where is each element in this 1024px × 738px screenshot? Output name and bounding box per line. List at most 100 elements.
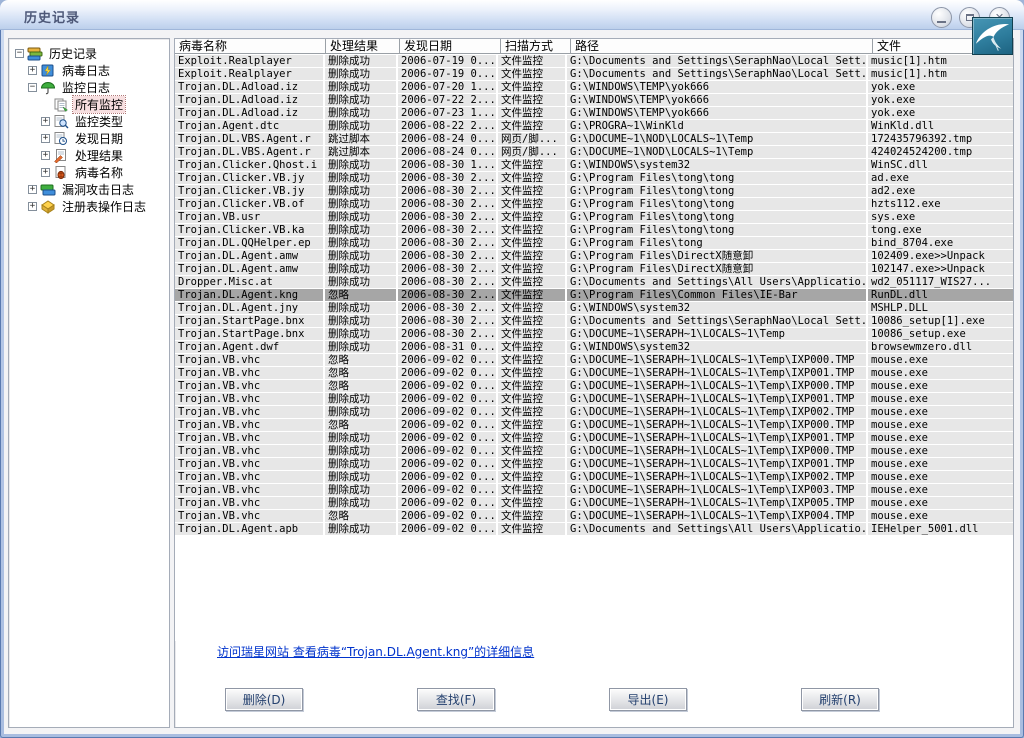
table-row[interactable]: Trojan.Agent.dtc 删除成功 2006-08-22 2... 文件监控 G…: [175, 120, 1013, 132]
tree-item-handle-result[interactable]: + 处理结果: [11, 147, 167, 164]
cell-scan-mode: 文件监控: [498, 250, 565, 262]
table-row[interactable]: Trojan.Clicker.VB.jy 删除成功 2006-08-30 2... 文…: [175, 185, 1013, 197]
cell-file: MSHLP.DLL: [868, 302, 1013, 314]
table-row[interactable]: Trojan.VB.vhc 删除成功 2006-09-02 0... 文件监控 G:\D…: [175, 458, 1013, 470]
column-header-result[interactable]: 处理结果: [326, 39, 400, 53]
collapse-expander-icon[interactable]: −: [28, 83, 37, 92]
expand-expander-icon[interactable]: +: [41, 168, 50, 177]
minimize-button[interactable]: [931, 7, 952, 28]
cell-scan-mode: 文件监控: [498, 510, 565, 522]
table-row[interactable]: Dropper.Misc.at 删除成功 2006-08-30 2... 文件监控 G:…: [175, 276, 1013, 288]
export-button[interactable]: 导出(E): [609, 688, 687, 711]
cell-file: mouse.exe: [868, 419, 1013, 431]
column-header-virus-name[interactable]: 病毒名称: [175, 39, 326, 53]
cell-result: 删除成功: [325, 107, 396, 119]
tree-item-monitor-log[interactable]: − 监控日志: [11, 79, 167, 96]
cell-file: music[1].htm: [868, 55, 1013, 67]
table-row[interactable]: Trojan.VB.vhc 删除成功 2006-09-02 0... 文件监控 G:\D…: [175, 406, 1013, 418]
table-row[interactable]: Trojan.DL.Agent.amw 删除成功 2006-08-30 2... 文件…: [175, 263, 1013, 275]
sidebar-tree[interactable]: − 历史记录 + 病毒日志 − 监控日志 所有监控 + 监控类型 + 发现日期 + 处理结果 + 病毒名称 +…: [8, 38, 170, 728]
table-row[interactable]: Trojan.DL.Adload.iz 删除成功 2006-07-22 2... 文件…: [175, 94, 1013, 106]
column-header-found-date[interactable]: 发现日期: [400, 39, 501, 53]
table-row[interactable]: Trojan.Clicker.VB.ka 删除成功 2006-08-30 2... 文…: [175, 224, 1013, 236]
table-row[interactable]: Trojan.DL.Agent.jny 删除成功 2006-08-30 2... 文件…: [175, 302, 1013, 314]
cell-scan-mode: 文件监控: [498, 497, 565, 509]
table-row[interactable]: Trojan.Agent.dwf 删除成功 2006-08-31 0... 文件监控 G…: [175, 341, 1013, 353]
tree-item-all-monitors[interactable]: 所有监控: [11, 95, 167, 114]
table-row[interactable]: Trojan.VB.vhc 忽略 2006-09-02 0... 文件监控 G:\DOC…: [175, 367, 1013, 379]
cell-result: 删除成功: [325, 471, 396, 483]
list-empty-area: [175, 536, 1013, 641]
cell-path: G:\DOCUME~1\SERAPH~1\LOCALS~1\Temp\IXP00…: [567, 497, 866, 509]
table-row[interactable]: Trojan.VB.vhc 忽略 2006-09-02 0... 文件监控 G:\DOC…: [175, 354, 1013, 366]
cell-found-date: 2006-08-30 2...: [398, 211, 496, 223]
table-row[interactable]: Trojan.VB.vhc 删除成功 2006-09-02 0... 文件监控 G:\D…: [175, 484, 1013, 496]
tree-item-vuln-log[interactable]: + 漏洞攻击日志: [11, 181, 167, 198]
collapse-expander-icon[interactable]: −: [15, 49, 24, 58]
table-row[interactable]: Trojan.VB.vhc 忽略 2006-09-02 0... 文件监控 G:\DOC…: [175, 510, 1013, 522]
table-row[interactable]: Trojan.DL.QQHelper.ep 删除成功 2006-08-30 2...…: [175, 237, 1013, 249]
cell-file: RunDL.dll: [868, 289, 1013, 301]
cell-found-date: 2006-09-02 0...: [398, 510, 496, 522]
expand-expander-icon[interactable]: +: [28, 66, 37, 75]
expand-expander-icon[interactable]: +: [28, 202, 37, 211]
find-button[interactable]: 查找(F): [417, 688, 495, 711]
tree-item-label: 漏洞攻击日志: [62, 183, 135, 197]
expand-expander-icon[interactable]: +: [41, 151, 50, 160]
cell-scan-mode: 文件监控: [498, 328, 565, 340]
table-row[interactable]: Trojan.VB.vhc 删除成功 2006-09-02 0... 文件监控 G:\D…: [175, 471, 1013, 483]
table-row[interactable]: Trojan.DL.VBS.Agent.r 跳过脚本 2006-08-24 0...…: [175, 133, 1013, 145]
table-row[interactable]: Trojan.StartPage.bnx 删除成功 2006-08-30 2... 文…: [175, 315, 1013, 327]
cell-file: mouse.exe: [868, 406, 1013, 418]
cell-file: wd2_051117_WIS27...: [868, 276, 1013, 288]
monitor-umbrella-icon: [40, 82, 56, 95]
tree-item-registry-log[interactable]: + 注册表操作日志: [11, 198, 167, 215]
table-row[interactable]: Exploit.Realplayer 删除成功 2006-07-19 0... 文件监…: [175, 55, 1013, 67]
table-row[interactable]: Trojan.DL.Adload.iz 删除成功 2006-07-20 1... 文件…: [175, 81, 1013, 93]
table-rows: Exploit.Realplayer 删除成功 2006-07-19 0... 文件监…: [175, 54, 1013, 536]
table-row[interactable]: Trojan.VB.vhc 删除成功 2006-09-02 0... 文件监控 G:\D…: [175, 445, 1013, 457]
cell-scan-mode: 文件监控: [498, 341, 565, 353]
tree-item-found-date[interactable]: + 发现日期: [11, 130, 167, 147]
delete-button[interactable]: 删除(D): [225, 688, 303, 711]
table-row[interactable]: Trojan.Clicker.VB.jy 删除成功 2006-08-30 2... 文…: [175, 172, 1013, 184]
table-row[interactable]: Trojan.VB.vhc 删除成功 2006-09-02 0... 文件监控 G:\D…: [175, 432, 1013, 444]
cell-scan-mode: 文件监控: [498, 81, 565, 93]
table-row[interactable]: Trojan.DL.Adload.iz 删除成功 2006-07-23 1... 文件…: [175, 107, 1013, 119]
tree-item-history-root[interactable]: − 历史记录: [11, 45, 167, 62]
table-row[interactable]: Trojan.DL.Agent.apb 删除成功 2006-09-02 0... 文件…: [175, 523, 1013, 535]
cell-scan-mode: 网页/脚...: [498, 133, 565, 145]
tree-item-virus-log[interactable]: + 病毒日志: [11, 62, 167, 79]
table-row[interactable]: Trojan.VB.usr 删除成功 2006-08-30 2... 文件监控 G:\P…: [175, 211, 1013, 223]
column-header-scan-mode[interactable]: 扫描方式: [501, 39, 571, 53]
table-header[interactable]: 病毒名称 处理结果 发现日期 扫描方式 路径 文件: [175, 39, 1013, 54]
table-row[interactable]: Trojan.VB.vhc 忽略 2006-09-02 0... 文件监控 G:\DOC…: [175, 419, 1013, 431]
cell-path: G:\PROGRA~1\WinKld: [567, 120, 866, 132]
tree-item-monitor-type[interactable]: + 监控类型: [11, 113, 167, 130]
cell-result: 忽略: [325, 367, 396, 379]
table-row[interactable]: Trojan.VB.vhc 删除成功 2006-09-02 0... 文件监控 G:\D…: [175, 393, 1013, 405]
cell-path: G:\DOCUME~1\SERAPH~1\LOCALS~1\Temp\IXP00…: [567, 432, 866, 444]
tree-item-virus-name[interactable]: + 病毒名称: [11, 164, 167, 181]
refresh-button[interactable]: 刷新(R): [801, 688, 879, 711]
tree-item-label: 监控日志: [62, 81, 111, 95]
expand-expander-icon[interactable]: +: [28, 185, 37, 194]
cell-result: 跳过脚本: [325, 146, 396, 158]
table-row[interactable]: Trojan.Clicker.VB.of 删除成功 2006-08-30 2... 文…: [175, 198, 1013, 210]
cell-found-date: 2006-08-30 2...: [398, 289, 496, 301]
table-row[interactable]: Trojan.VB.vhc 忽略 2006-09-02 0... 文件监控 G:\DOC…: [175, 380, 1013, 392]
table-row[interactable]: Trojan.DL.VBS.Agent.r 跳过脚本 2006-08-24 0...…: [175, 146, 1013, 158]
virus-detail-link[interactable]: 访问瑞星网站 查看病毒“Trojan.DL.Agent.kng”的详细信息: [217, 645, 534, 659]
table-row[interactable]: Exploit.Realplayer 删除成功 2006-07-19 0... 文件监…: [175, 68, 1013, 80]
column-header-path[interactable]: 路径: [571, 39, 873, 53]
table-row-selected[interactable]: Trojan.DL.Agent.kng 忽略 2006-08-30 2... 文件监控…: [175, 289, 1013, 301]
table-row[interactable]: Trojan.DL.Agent.amw 删除成功 2006-08-30 2... 文件…: [175, 250, 1013, 262]
expand-expander-icon[interactable]: +: [41, 134, 50, 143]
titlebar[interactable]: 历史记录 ✕: [0, 0, 1024, 55]
table-row[interactable]: Trojan.Clicker.Qhost.i 删除成功 2006-08-30 1..…: [175, 159, 1013, 171]
table-row[interactable]: Trojan.StartPage.bnx 删除成功 2006-08-30 2... 文…: [175, 328, 1013, 340]
cell-scan-mode: 文件监控: [498, 68, 565, 80]
expand-expander-icon[interactable]: +: [41, 117, 50, 126]
table-row[interactable]: Trojan.VB.vhc 删除成功 2006-09-02 0... 文件监控 G:\D…: [175, 497, 1013, 509]
cell-found-date: 2006-09-02 0...: [398, 406, 496, 418]
